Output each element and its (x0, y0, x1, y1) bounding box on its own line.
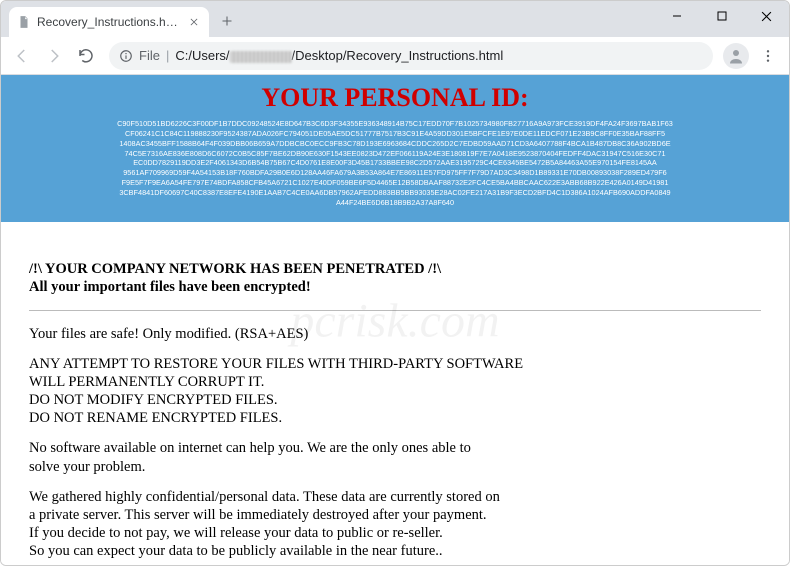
redacted-username (230, 51, 292, 63)
close-window-button[interactable] (744, 1, 789, 31)
browser-tab[interactable]: Recovery_Instructions.html (9, 7, 209, 37)
toolbar: File | C:/Users//Desktop/Recovery_Instru… (1, 37, 789, 75)
address-bar[interactable]: File | C:/Users//Desktop/Recovery_Instru… (109, 42, 713, 70)
page-content: YOUR PERSONAL ID: C90F510D51BD6226C3F00D… (1, 75, 789, 566)
para-nosoftware: No software available on internet can he… (29, 439, 761, 475)
file-icon (17, 15, 31, 29)
window-controls (654, 1, 789, 31)
close-icon[interactable] (187, 15, 201, 29)
tab-title: Recovery_Instructions.html (37, 15, 181, 29)
back-button[interactable] (7, 41, 37, 71)
info-icon[interactable] (119, 49, 133, 63)
para-data: We gathered highly confidential/personal… (29, 488, 761, 561)
browser-window: Recovery_Instructions.html (0, 0, 790, 566)
kebab-menu-icon[interactable] (753, 41, 783, 71)
headline-1: /!\ YOUR COMPANY NETWORK HAS BEEN PENETR… (29, 260, 761, 278)
titlebar: Recovery_Instructions.html (1, 1, 789, 37)
divider (29, 310, 761, 311)
banner-heading: YOUR PERSONAL ID: (13, 83, 777, 113)
headline-2: All your important files have been encry… (29, 278, 761, 296)
personal-id-block: C90F510D51BD6226C3F00DF1B7DDC09248524E8D… (13, 119, 777, 208)
personal-id-banner: YOUR PERSONAL ID: C90F510D51BD6226C3F00D… (1, 75, 789, 222)
forward-button[interactable] (39, 41, 69, 71)
address-path: C:/Users//Desktop/Recovery_Instructions.… (175, 48, 503, 63)
maximize-button[interactable] (699, 1, 744, 31)
ransom-note-body: /!\ YOUR COMPANY NETWORK HAS BEEN PENETR… (1, 222, 789, 566)
new-tab-button[interactable] (213, 7, 241, 35)
para-warning: ANY ATTEMPT TO RESTORE YOUR FILES WITH T… (29, 355, 761, 428)
profile-avatar[interactable] (723, 43, 749, 69)
address-scheme: File (139, 48, 160, 63)
minimize-button[interactable] (654, 1, 699, 31)
reload-button[interactable] (71, 41, 101, 71)
para-safe: Your files are safe! Only modified. (RSA… (29, 325, 761, 343)
